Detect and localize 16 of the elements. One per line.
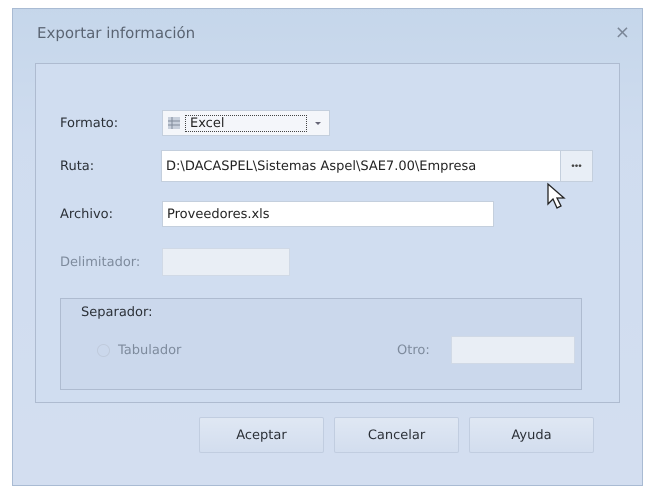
spreadsheet-icon — [167, 116, 181, 130]
window-title: Exportar información — [37, 24, 196, 42]
dialog-button[interactable]: Aceptar — [199, 417, 324, 453]
file-name-field[interactable]: Proveedores.xls — [162, 201, 494, 227]
format-dropdown[interactable]: Excel — [162, 110, 330, 136]
group-title: Separador: — [81, 305, 152, 320]
field-label: Archivo: — [60, 206, 114, 222]
dialog-button[interactable]: Ayuda — [469, 417, 594, 453]
path-field[interactable]: D:\DACASPEL\Sistemas Aspel\SAE7.00\Empresa ••• — [161, 150, 593, 182]
other-label: Otro: — [397, 342, 431, 358]
browse-button[interactable]: ••• — [560, 151, 592, 181]
pointer-icon — [546, 182, 568, 212]
dialog-button[interactable]: Cancelar — [334, 417, 459, 453]
field-label: Delimitador: — [60, 254, 142, 270]
field-label: Formato: — [60, 116, 120, 130]
field-label: Ruta: — [60, 158, 96, 174]
